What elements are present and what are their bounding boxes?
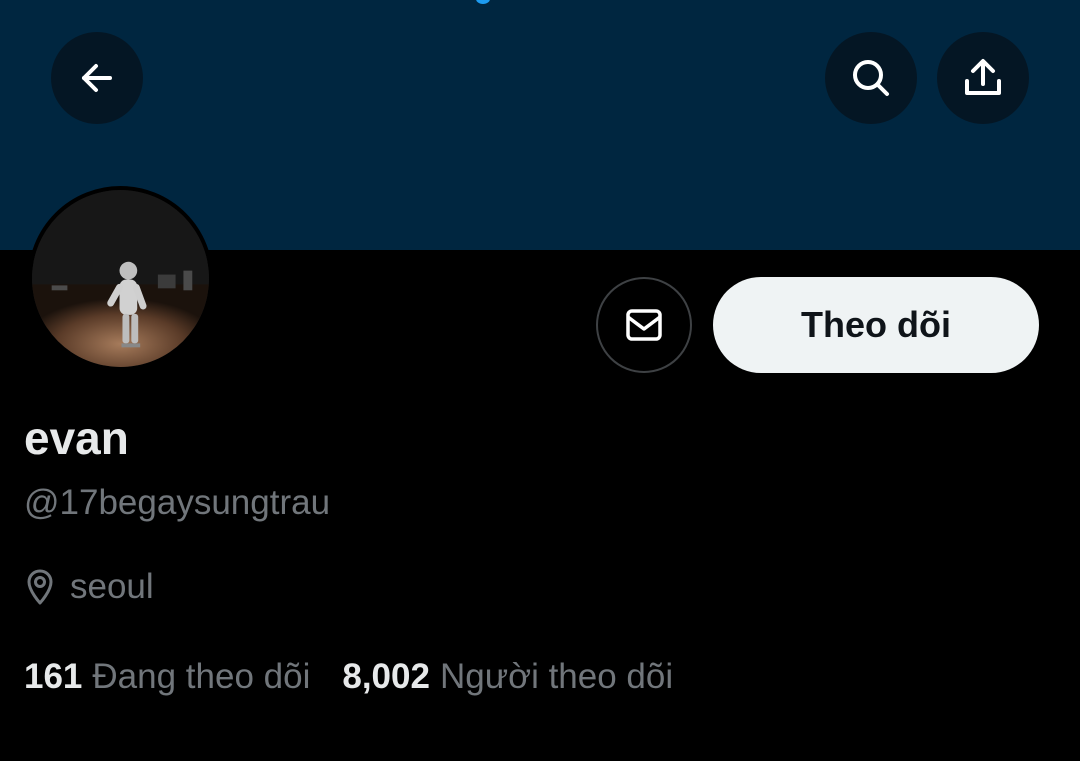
followers-stat[interactable]: 8,002 Người theo dõi <box>342 657 673 697</box>
search-icon <box>846 53 896 103</box>
message-button[interactable] <box>596 277 692 373</box>
following-label: Đang theo dõi <box>92 657 311 696</box>
following-count: 161 <box>24 657 83 696</box>
follow-button[interactable]: Theo dõi <box>713 277 1039 373</box>
profile-location: seoul <box>24 566 154 608</box>
status-indicator <box>476 0 490 4</box>
profile-page: Theo dõi evan @17begaysungtrau seoul 161… <box>0 0 1080 761</box>
following-stat[interactable]: 161 Đang theo dõi <box>24 657 310 697</box>
envelope-icon <box>620 301 668 349</box>
arrow-left-icon <box>72 53 122 103</box>
share-button[interactable] <box>937 32 1029 124</box>
back-button[interactable] <box>51 32 143 124</box>
follow-button-label: Theo dõi <box>801 304 951 345</box>
share-upload-icon <box>958 53 1008 103</box>
search-button[interactable] <box>825 32 917 124</box>
followers-count: 8,002 <box>342 657 430 696</box>
display-name: evan <box>24 412 129 464</box>
profile-handle: @17begaysungtrau <box>24 483 331 522</box>
location-pin-icon <box>24 568 70 606</box>
followers-label: Người theo dõi <box>439 657 674 696</box>
location-text: seoul <box>70 567 154 606</box>
profile-stats: 161 Đang theo dõi 8,002 Người theo dõi <box>24 656 673 698</box>
avatar[interactable] <box>28 186 213 371</box>
